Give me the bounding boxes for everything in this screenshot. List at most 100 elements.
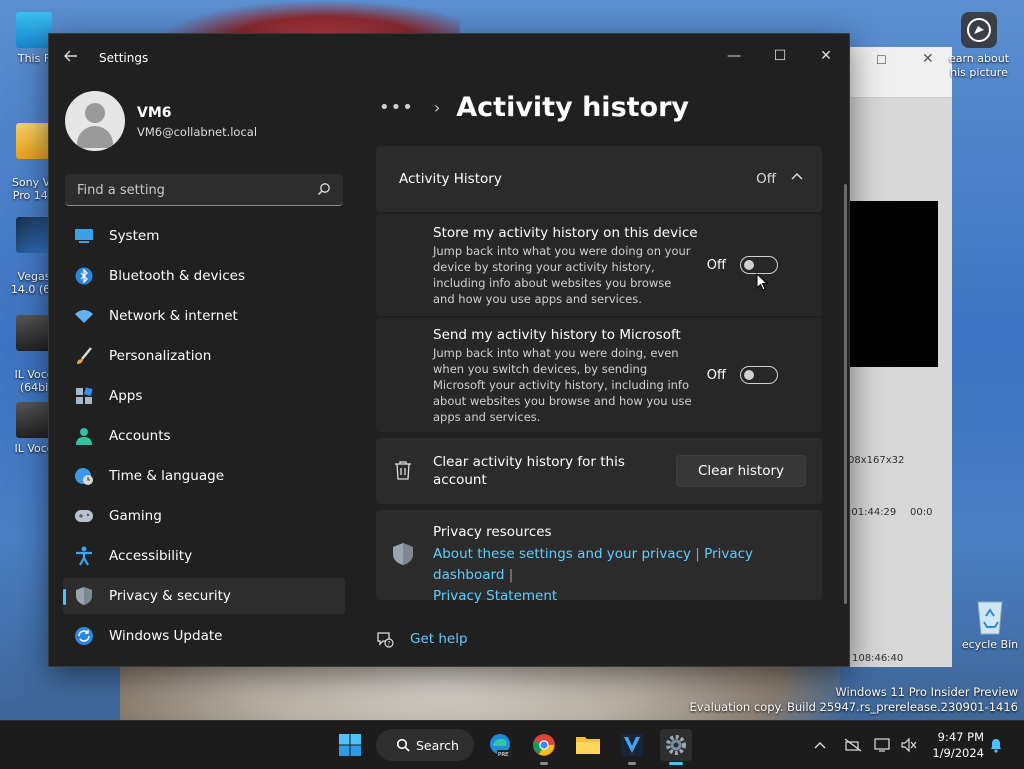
store-activity-toggle[interactable]	[740, 256, 778, 274]
toggle-knob	[744, 260, 754, 270]
user-name: VM6	[137, 105, 172, 121]
section-status: Off	[756, 171, 776, 187]
taskbar-edge-preview[interactable]: PRE	[484, 729, 516, 761]
sidebar-item-label: Personalization	[109, 348, 212, 364]
sidebar-item-time-language[interactable]: Time & language	[63, 458, 345, 494]
sidebar-item-label: Time & language	[109, 468, 225, 484]
privacy-statement-link[interactable]: Privacy Statement	[433, 588, 557, 604]
chevron-up-icon	[814, 742, 826, 749]
recycle-bin-label: ecycle Bin	[961, 638, 1019, 651]
monitor-icon	[874, 738, 890, 752]
send-toggle-state: Off	[706, 368, 726, 383]
vegas-titlebar[interactable]: ☐ ✕	[840, 47, 952, 98]
globe-clock-icon	[73, 466, 95, 486]
minimize-button[interactable]: —	[711, 40, 757, 72]
vocodex-icon	[16, 402, 52, 438]
breadcrumb-more-button[interactable]: •••	[379, 97, 414, 118]
section-title: Activity History	[399, 171, 502, 187]
accessibility-icon	[73, 546, 95, 566]
tray-network-status[interactable]	[842, 733, 864, 757]
sidebar-item-label: Bluetooth & devices	[109, 268, 246, 284]
windows-logo-icon	[339, 734, 361, 756]
show-hidden-icons-button[interactable]	[810, 733, 830, 757]
sidebar-item-gaming[interactable]: Gaming	[63, 498, 345, 534]
tray-volume-muted[interactable]	[898, 733, 920, 757]
taskbar: Search PRE 9:47 PM 1/9/2024	[0, 720, 1024, 769]
close-icon[interactable]: ✕	[922, 51, 934, 67]
get-help[interactable]: ? Get help	[376, 630, 468, 648]
search-box[interactable]	[65, 174, 343, 206]
back-button[interactable]	[63, 48, 83, 68]
taskbar-file-explorer[interactable]	[572, 729, 604, 761]
mouse-cursor-icon	[756, 273, 768, 291]
clear-history-label: Clear activity history for this account	[433, 454, 625, 488]
sidebar-item-label: Privacy & security	[109, 588, 231, 604]
camera-icon	[961, 12, 997, 48]
avatar[interactable]	[65, 91, 125, 151]
sidebar-item-bluetooth[interactable]: Bluetooth & devices	[63, 258, 345, 294]
sidebar-item-label: System	[109, 228, 160, 244]
back-arrow-icon	[64, 50, 77, 62]
scrollbar[interactable]	[844, 184, 847, 604]
background-vegas-window[interactable]: ☐ ✕ 08x167x32 :01:44:29 00:0 108:46:40	[840, 47, 952, 667]
taskbar-search[interactable]: Search	[376, 729, 474, 761]
sidebar-item-label: Accessibility	[109, 548, 193, 564]
speaker-muted-icon	[901, 737, 917, 753]
sidebar-item-privacy-security[interactable]: Privacy & security	[63, 578, 345, 614]
titlebar[interactable]: Settings — ☐ ✕	[49, 34, 849, 80]
store-activity-description: Jump back into what you were doing on yo…	[433, 244, 691, 306]
update-icon	[73, 626, 95, 646]
clear-history-button[interactable]: Clear history	[676, 455, 806, 487]
taskbar-chrome[interactable]	[528, 729, 560, 765]
vocodex-icon	[16, 315, 52, 351]
sidebar-item-accessibility[interactable]: Accessibility	[63, 538, 345, 574]
sidebar-item-apps[interactable]: Apps	[63, 378, 345, 414]
vegas-icon	[621, 734, 643, 756]
send-activity-toggle[interactable]	[740, 366, 778, 384]
gamepad-icon	[73, 506, 95, 526]
vegas-timecode: 00:0	[910, 507, 933, 518]
minimize-icon: —	[727, 48, 741, 64]
sidebar-item-system[interactable]: System	[63, 218, 345, 254]
close-button[interactable]: ✕	[803, 40, 849, 72]
search-input[interactable]	[75, 180, 309, 200]
clock-time: 9:47 PM	[937, 730, 984, 744]
watermark-line: Windows 11 Pro Insider Preview	[835, 685, 1018, 699]
sidebar-item-network[interactable]: Network & internet	[63, 298, 345, 334]
sidebar-item-windows-update[interactable]: Windows Update	[63, 618, 345, 654]
sidebar-item-accounts[interactable]: Accounts	[63, 418, 345, 454]
help-icon: ?	[377, 632, 394, 648]
close-icon: ✕	[820, 48, 832, 64]
user-email: VM6@collabnet.local	[137, 125, 258, 139]
vegas-icon	[16, 217, 52, 253]
learn-about-picture[interactable]: earn about his picture	[944, 12, 1014, 80]
maximize-icon[interactable]: ☐	[876, 53, 887, 67]
about-privacy-link[interactable]: About these settings and your privacy	[433, 546, 691, 562]
search-icon[interactable]	[317, 182, 331, 196]
activity-history-header[interactable]: Activity History Off	[376, 146, 822, 212]
chevron-up-icon[interactable]	[790, 169, 804, 183]
taskbar-clock[interactable]: 9:47 PM 1/9/2024	[932, 729, 984, 761]
settings-window[interactable]: Settings — ☐ ✕ VM6 VM6@collabnet.local S…	[48, 33, 850, 667]
maximize-button[interactable]: ☐	[757, 40, 803, 72]
start-button[interactable]	[334, 729, 366, 761]
apps-icon	[73, 386, 95, 406]
running-indicator	[669, 762, 683, 765]
folder-icon	[576, 737, 600, 754]
vegas-preview	[848, 201, 938, 367]
tray-display[interactable]	[872, 733, 894, 757]
chevron-right-icon: ›	[433, 98, 441, 117]
taskbar-vegas[interactable]	[616, 729, 648, 765]
sidebar-nav: System Bluetooth & devices Network & int…	[63, 218, 345, 658]
system-icon	[73, 226, 95, 246]
notifications-button[interactable]	[986, 733, 1006, 757]
bluetooth-icon	[73, 266, 95, 286]
sidebar-item-personalization[interactable]: Personalization	[63, 338, 345, 374]
taskbar-settings[interactable]	[660, 729, 692, 765]
sidebar-item-label: Windows Update	[109, 628, 223, 644]
recycle-bin[interactable]: ecycle Bin	[960, 596, 1020, 651]
svg-text:?: ?	[387, 641, 390, 648]
edge-icon: PRE	[490, 734, 512, 758]
shield-icon	[73, 586, 95, 606]
get-help-link[interactable]: Get help	[410, 631, 468, 647]
